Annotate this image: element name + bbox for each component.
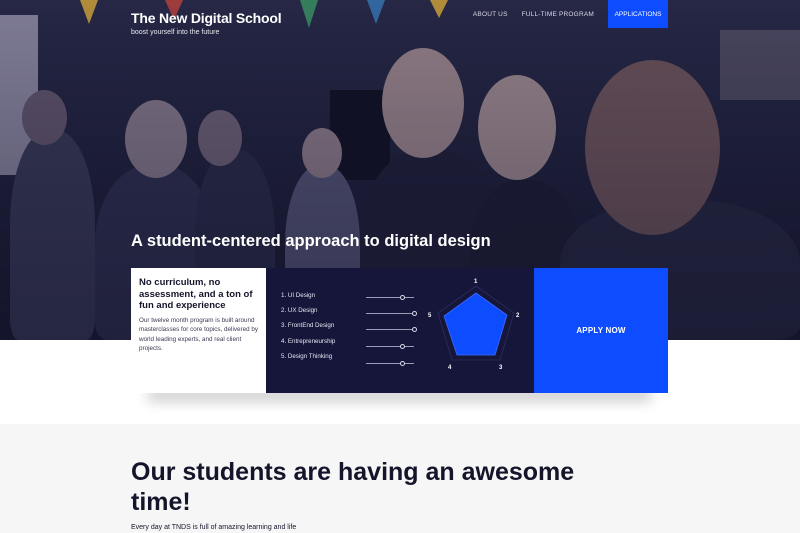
brand[interactable]: The New Digital School boost yourself in… [131,10,282,36]
radar-label: 3 [499,365,503,371]
program-intro-title: No curriculum, no assessment, and a ton … [139,277,253,311]
students-section: Our students are having an awesome time!… [0,424,800,533]
radar-label: 5 [428,313,432,319]
topic-label: 5. Design Thinking [281,353,333,360]
program-intro: No curriculum, no assessment, and a ton … [131,268,266,393]
topics-panel: 1. UI Design 2. UX Design 3. FrontEnd De… [266,268,534,393]
section-heading: Our students are having an awesome time! [131,458,575,516]
section-text: Every day at TNDS is full of amazing lea… [131,524,297,531]
topic-label: 1. UI Design [281,292,316,299]
topic-slider[interactable] [366,361,414,366]
site-logo[interactable]: The New Digital School [131,10,282,26]
topic-label: 3. FrontEnd Design [281,322,335,329]
nav-full-time-program[interactable]: FULL-TIME PROGRAM [522,11,594,18]
topic-slider[interactable] [366,295,414,300]
radar-label: 2 [516,313,520,319]
hero-title: A student-centered approach to digital d… [131,232,491,250]
slider-handle[interactable] [399,295,405,300]
slider-handle[interactable] [411,327,417,332]
skills-radar-chart: 1 2 3 4 5 [428,279,520,371]
main-nav: ABOUT US FULL-TIME PROGRAM APPLICATIONS [459,0,668,28]
slider-handle[interactable] [399,361,405,366]
program-card: No curriculum, no assessment, and a ton … [131,268,668,393]
topic-label: 2. UX Design [281,307,318,314]
radar-label: 1 [474,279,478,285]
site-tagline: boost yourself into the future [131,29,220,36]
radar-label: 4 [448,365,452,371]
topic-slider[interactable] [366,311,417,316]
topic-slider[interactable] [366,327,417,332]
nav-about-us[interactable]: ABOUT US [473,11,508,18]
program-intro-text: Our twelve month program is built around… [139,316,258,353]
nav-applications-button[interactable]: APPLICATIONS [608,0,668,28]
topic-label: 4. Entrepreneurship [281,338,336,345]
apply-now-button[interactable]: APPLY NOW [534,268,668,393]
topic-slider[interactable] [366,344,414,349]
slider-handle[interactable] [411,311,417,316]
slider-handle[interactable] [399,344,405,349]
